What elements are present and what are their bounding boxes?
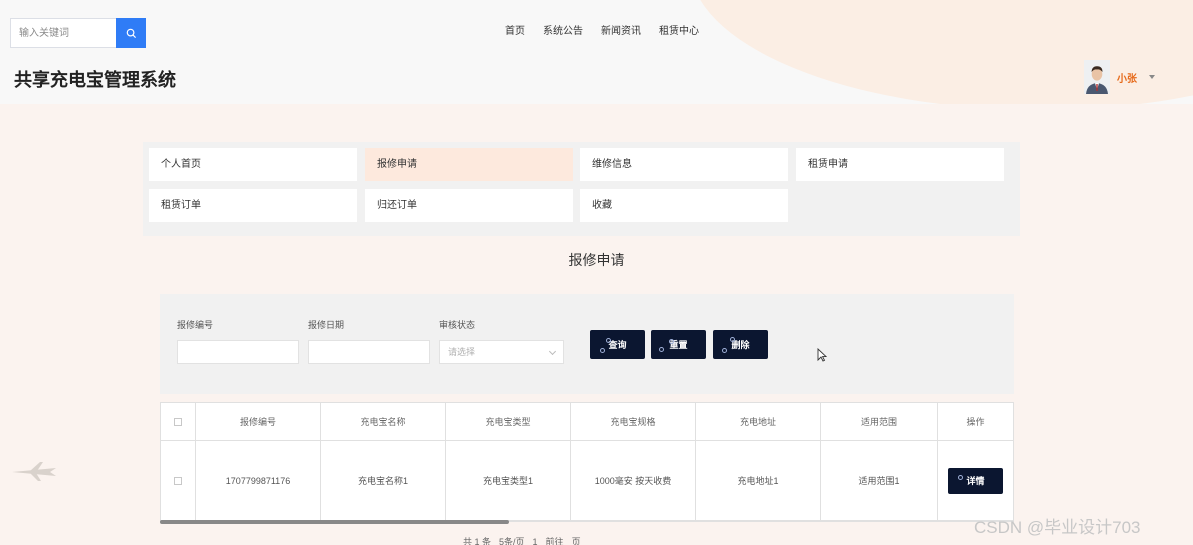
column-header: 充电宝名称 xyxy=(321,403,446,441)
menu-item-repair-info[interactable]: 维修信息 xyxy=(580,148,788,181)
pager-unit-label: 页 xyxy=(571,537,581,545)
mouse-cursor-icon xyxy=(817,347,828,367)
select-all-checkbox[interactable] xyxy=(174,417,182,426)
table-cell: 1000毫安 按天收费 xyxy=(571,441,696,521)
bubble-icon xyxy=(600,348,605,353)
column-header: 充电宝类型 xyxy=(446,403,571,441)
pager-current-page[interactable]: 1 xyxy=(533,537,538,545)
table-cell: 充电宝名称1 xyxy=(321,441,446,521)
nav-home[interactable]: 首页 xyxy=(505,22,525,37)
table-cell: 1707799871176 xyxy=(196,441,321,521)
table-header: 报修编号 充电宝名称 充电宝类型 充电宝规格 充电地址 适用范围 操作 xyxy=(161,403,1013,441)
column-header: 充电地址 xyxy=(696,403,821,441)
bubble-icon xyxy=(669,339,674,344)
menu-item-rental-orders[interactable]: 租赁订单 xyxy=(149,189,357,222)
page-title: 报修申请 xyxy=(568,252,625,268)
column-header: 适用范围 xyxy=(821,403,938,441)
search-button[interactable] xyxy=(116,18,146,48)
menu-item-favorites[interactable]: 收藏 xyxy=(580,189,788,222)
row-select-cell xyxy=(161,441,196,521)
table-cell: 充电宝类型1 xyxy=(446,441,571,521)
pagination: 共 1 条 5条/页 1 前往 页 xyxy=(463,535,581,545)
nav-rental-center[interactable]: 租赁中心 xyxy=(659,22,699,37)
avatar-portrait-icon xyxy=(1084,60,1110,94)
watermark: CSDN @毕业设计703 xyxy=(974,518,1141,537)
label-repair-no: 报修编号 xyxy=(177,320,214,330)
table-cell: 适用范围1 xyxy=(821,441,938,521)
search-box xyxy=(10,18,146,48)
avatar[interactable] xyxy=(1084,60,1110,94)
detail-button[interactable]: 详情 xyxy=(948,467,1003,494)
menu-item-return-orders[interactable]: 归还订单 xyxy=(365,189,573,222)
menu-item-rental-request[interactable]: 租赁申请 xyxy=(796,148,1004,181)
column-header: 报修编号 xyxy=(196,403,321,441)
select-all-cell xyxy=(161,403,196,441)
column-header: 操作 xyxy=(938,403,1013,441)
bubble-icon xyxy=(730,337,735,342)
top-nav: 首页 系统公告 新闻资讯 租赁中心 xyxy=(505,22,699,37)
delete-button[interactable]: 删除 xyxy=(713,330,768,359)
bubble-icon xyxy=(958,474,963,480)
action-cell: 详情 xyxy=(938,441,1013,521)
table-row: 1707799871176 充电宝名称1 充电宝类型1 1000毫安 按天收费 … xyxy=(161,441,1013,521)
label-review-status: 审核状态 xyxy=(439,320,476,330)
bubble-icon xyxy=(606,338,611,343)
table-horizontal-scrollbar[interactable] xyxy=(160,520,509,524)
repair-date-input[interactable] xyxy=(308,340,430,364)
user-center-menu: 个人首页 报修申请 维修信息 租赁申请 租赁订单 归还订单 收藏 xyxy=(143,142,1020,236)
pager-page-size[interactable]: 5条/页 xyxy=(499,535,525,545)
review-status-select[interactable]: 请选择 xyxy=(439,340,564,364)
chevron-down-icon[interactable] xyxy=(1149,75,1155,79)
chevron-down-icon xyxy=(548,347,557,356)
bubble-icon xyxy=(659,347,664,352)
nav-news[interactable]: 新闻资讯 xyxy=(601,22,641,37)
site-title: 共享充电宝管理系统 xyxy=(14,70,176,90)
row-checkbox[interactable] xyxy=(174,476,182,485)
nav-announcements[interactable]: 系统公告 xyxy=(543,22,583,37)
user-menu[interactable]: 小张 xyxy=(1084,60,1155,94)
label-repair-date: 报修日期 xyxy=(308,320,345,330)
plane-decoration-icon xyxy=(10,460,58,487)
username[interactable]: 小张 xyxy=(1117,70,1137,85)
query-button[interactable]: 查询 xyxy=(590,330,645,359)
query-button-label: 查询 xyxy=(608,340,627,350)
search-input[interactable] xyxy=(10,18,116,48)
detail-button-label: 详情 xyxy=(966,476,985,486)
search-icon xyxy=(126,28,136,38)
repair-no-input[interactable] xyxy=(177,340,299,364)
bubble-icon xyxy=(722,348,727,353)
reset-button[interactable]: 重置 xyxy=(651,330,706,359)
column-header: 充电宝规格 xyxy=(571,403,696,441)
menu-item-personal-home[interactable]: 个人首页 xyxy=(149,148,357,181)
filter-panel: 报修编号 报修日期 审核状态 请选择 查询 重置 删除 xyxy=(160,294,1014,394)
menu-item-repair-request[interactable]: 报修申请 xyxy=(365,148,573,181)
header-area: 首页 系统公告 新闻资讯 租赁中心 共享充电宝管理系统 小张 xyxy=(0,0,1193,104)
review-status-placeholder: 请选择 xyxy=(448,347,476,357)
repair-table: 报修编号 充电宝名称 充电宝类型 充电宝规格 充电地址 适用范围 操作 1707… xyxy=(160,402,1014,522)
table-cell: 充电地址1 xyxy=(696,441,821,521)
pager-goto-label: 前往 xyxy=(545,537,564,545)
pager-total: 共 1 条 xyxy=(463,537,492,545)
